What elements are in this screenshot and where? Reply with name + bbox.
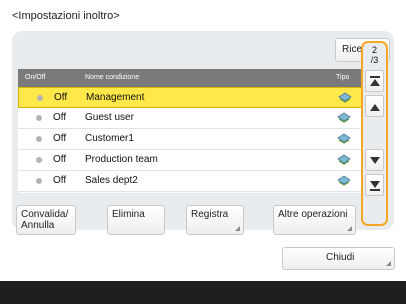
list-row-2[interactable]: Off Guest user bbox=[18, 108, 363, 129]
forward-type-icon bbox=[337, 154, 351, 165]
register-button[interactable]: Registra bbox=[186, 205, 244, 235]
column-onoff: On/Off bbox=[25, 74, 46, 81]
corner-arrow-icon bbox=[386, 261, 391, 266]
column-type: Tipo bbox=[336, 74, 350, 81]
row-name: Management bbox=[86, 92, 145, 103]
condition-list: On/Off Nome condizione Tipo Off Manageme… bbox=[18, 69, 363, 193]
list-row-4[interactable]: Off Production team bbox=[18, 150, 363, 171]
page-total: /3 bbox=[370, 55, 379, 65]
row-state: Off bbox=[53, 154, 67, 165]
status-dot-icon bbox=[36, 115, 42, 121]
row-name: Guest user bbox=[85, 112, 134, 123]
screen-title: <Impostazioni inoltro> bbox=[12, 10, 120, 22]
status-dot-icon bbox=[37, 95, 43, 101]
forward-type-icon bbox=[338, 92, 352, 103]
list-header: On/Off Nome condizione Tipo bbox=[18, 69, 363, 87]
more-operations-label: Altre operazioni bbox=[278, 209, 348, 220]
row-state: Off bbox=[54, 92, 68, 103]
status-dot-icon bbox=[36, 157, 42, 163]
row-name: Sales dept2 bbox=[85, 175, 138, 186]
toggle-button[interactable]: Convalida/ Annulla bbox=[16, 205, 76, 235]
row-state: Off bbox=[53, 112, 67, 123]
forwarding-panel: Ricerca On/Off Nome condizione Tipo Off … bbox=[12, 31, 394, 230]
scroll-last-button[interactable] bbox=[365, 174, 384, 196]
page-current: 2 bbox=[371, 45, 377, 55]
arrow-down-icon bbox=[370, 157, 380, 164]
row-state: Off bbox=[53, 175, 67, 186]
status-dot-icon bbox=[36, 178, 42, 184]
scroll-first-button[interactable] bbox=[365, 70, 384, 92]
close-button-label: Chiudi bbox=[326, 252, 355, 263]
corner-arrow-icon bbox=[235, 226, 240, 231]
corner-arrow-icon bbox=[347, 226, 352, 231]
toggle-button-label: Convalida/ Annulla bbox=[21, 209, 69, 231]
more-operations-button[interactable]: Altre operazioni bbox=[273, 205, 356, 235]
to-top-icon bbox=[370, 76, 380, 86]
row-name: Customer1 bbox=[85, 133, 134, 144]
forward-type-icon bbox=[337, 175, 351, 186]
row-name: Production team bbox=[85, 154, 158, 165]
column-name: Nome condizione bbox=[85, 74, 140, 81]
to-bottom-icon bbox=[370, 181, 380, 191]
list-row-1[interactable]: Off Management bbox=[18, 87, 363, 108]
scroll-down-button[interactable] bbox=[365, 149, 384, 171]
close-button[interactable]: Chiudi bbox=[282, 247, 395, 270]
delete-button[interactable]: Elimina bbox=[107, 205, 165, 235]
arrow-up-icon bbox=[370, 104, 380, 111]
footer-bar bbox=[0, 281, 406, 304]
forward-type-icon bbox=[337, 112, 351, 123]
page-scroll-controls: 2 /3 bbox=[361, 41, 388, 226]
register-button-label: Registra bbox=[191, 209, 229, 220]
page-indicator: 2 /3 bbox=[363, 45, 386, 65]
row-state: Off bbox=[53, 133, 67, 144]
forward-type-icon bbox=[337, 133, 351, 144]
list-row-3[interactable]: Off Customer1 bbox=[18, 129, 363, 150]
scroll-up-button[interactable] bbox=[365, 95, 384, 117]
status-dot-icon bbox=[36, 136, 42, 142]
delete-button-label: Elimina bbox=[112, 209, 145, 220]
list-row-5[interactable]: Off Sales dept2 bbox=[18, 171, 363, 192]
